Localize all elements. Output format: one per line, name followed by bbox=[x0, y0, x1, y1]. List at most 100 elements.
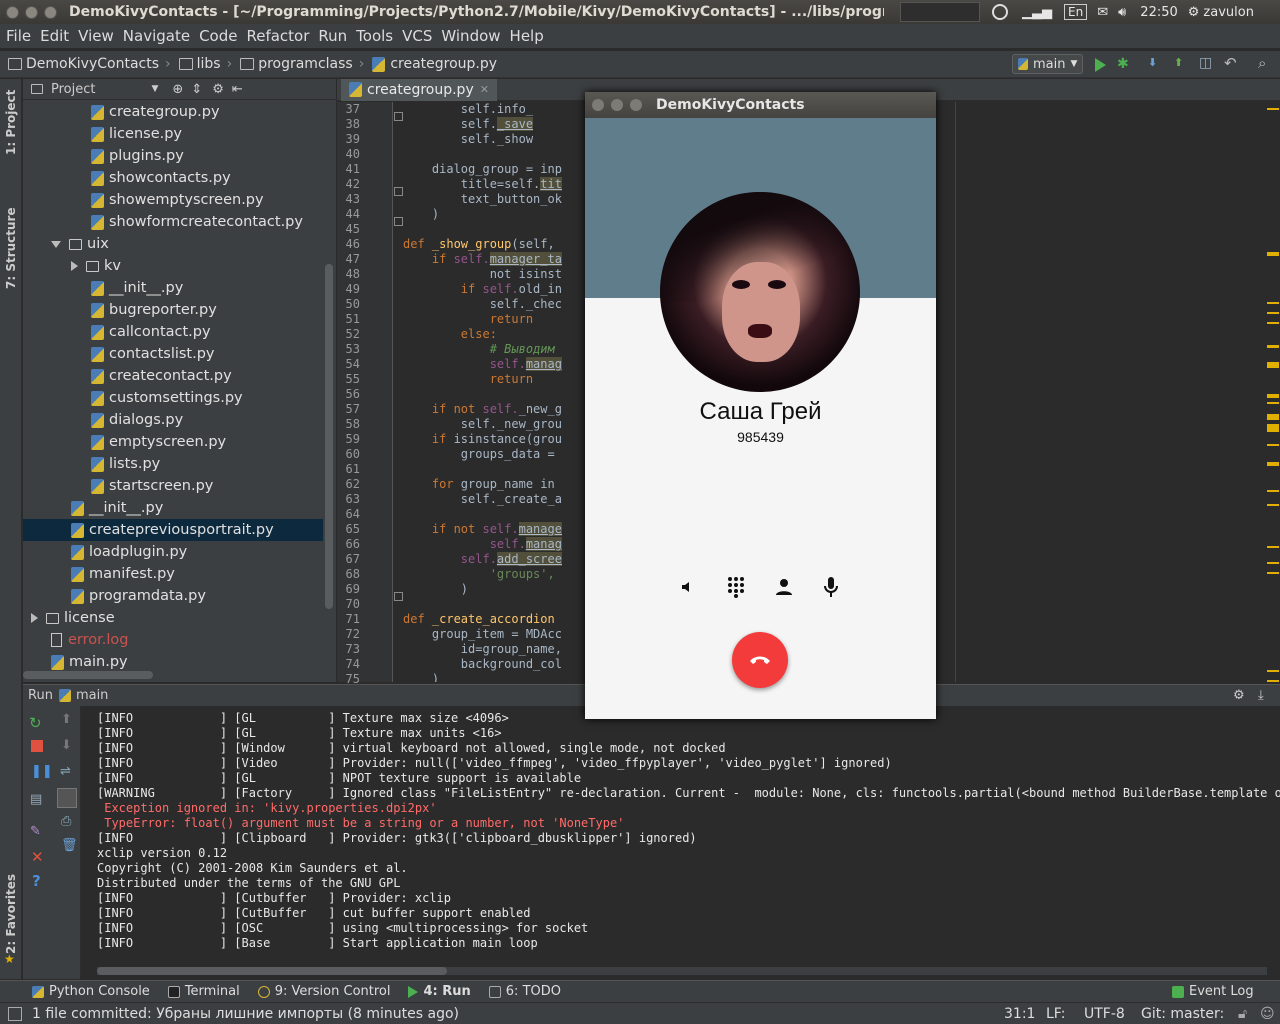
sync-icon[interactable] bbox=[992, 4, 1008, 20]
speaker-icon[interactable] bbox=[676, 576, 700, 598]
expanded-arrow-icon[interactable] bbox=[51, 240, 61, 248]
username[interactable]: zavulon bbox=[1203, 5, 1254, 20]
project-tree-item[interactable]: customsettings.py bbox=[23, 387, 323, 409]
project-tree-item[interactable]: showformcreatecontact.py bbox=[23, 211, 323, 233]
project-tree-item[interactable]: plugins.py bbox=[23, 145, 323, 167]
run-console-output[interactable]: [INFO ] [GL ] Texture max size <4096> [IN… bbox=[82, 706, 1280, 964]
code-line[interactable]: # Выводим bbox=[403, 342, 593, 357]
code-line[interactable]: id=group_name, bbox=[403, 642, 593, 657]
project-tree-item[interactable]: manifest.py bbox=[23, 563, 323, 585]
project-hscrollbar[interactable] bbox=[23, 671, 153, 679]
target-icon[interactable]: ⊕ bbox=[172, 82, 183, 97]
error-stripe-mark[interactable] bbox=[1267, 504, 1279, 506]
code-line[interactable]: return bbox=[403, 312, 593, 327]
pin-icon[interactable]: ✎ bbox=[30, 824, 41, 839]
error-stripe-mark[interactable] bbox=[1267, 444, 1279, 446]
code-line[interactable]: text_button_ok bbox=[403, 192, 593, 207]
code-line[interactable]: background_col bbox=[403, 657, 593, 672]
tool-todo[interactable]: 6: TODO bbox=[488, 984, 561, 999]
code-line[interactable]: title=self.tit bbox=[403, 177, 593, 192]
layout-icon[interactable]: ▤ bbox=[30, 792, 42, 807]
hide-panel-icon[interactable]: ⤓ bbox=[1258, 688, 1264, 703]
project-tree-item[interactable]: emptyscreen.py bbox=[23, 431, 323, 453]
code-line[interactable]: if not self.manage bbox=[403, 522, 593, 537]
inspector-icon[interactable]: ☺ bbox=[1260, 1006, 1275, 1022]
close-tab-icon[interactable]: ✕ bbox=[480, 83, 489, 96]
project-tree-item[interactable]: creategroup.py bbox=[23, 101, 323, 123]
vcs-commit-icon[interactable]: ⬆ bbox=[1174, 56, 1183, 69]
project-tree-item[interactable]: __init__.py bbox=[23, 497, 323, 519]
breadcrumb-file[interactable]: creategroup.py bbox=[372, 56, 497, 72]
code-line[interactable] bbox=[403, 507, 593, 522]
error-stripe-mark[interactable] bbox=[1267, 464, 1279, 466]
code-line[interactable]: 'groups', bbox=[403, 567, 593, 582]
vcs-update-icon[interactable]: ⬇ bbox=[1148, 56, 1157, 69]
code-line[interactable]: self.info_ bbox=[403, 102, 593, 117]
menu-view[interactable]: View bbox=[78, 27, 114, 45]
fold-marker-icon[interactable] bbox=[394, 112, 403, 121]
code-line[interactable]: self.manag bbox=[403, 537, 593, 552]
collapsed-arrow-icon[interactable] bbox=[71, 261, 78, 271]
clock[interactable]: 22:50 bbox=[1140, 5, 1177, 20]
revert-icon[interactable]: ↶ bbox=[1224, 54, 1237, 72]
project-tree-item[interactable]: kv bbox=[23, 255, 323, 277]
menu-vcs[interactable]: VCS bbox=[402, 27, 432, 45]
line-separator[interactable]: LF: bbox=[1046, 1006, 1065, 1022]
rerun-icon[interactable]: ↻ bbox=[29, 714, 42, 732]
breadcrumb-programclass[interactable]: programclass › bbox=[240, 56, 364, 72]
code-line[interactable]: if isinstance(grou bbox=[403, 432, 593, 447]
error-stripe-mark[interactable] bbox=[1267, 572, 1279, 574]
code-line[interactable]: not isinst bbox=[403, 267, 593, 282]
code-line[interactable]: self._show bbox=[403, 132, 593, 147]
project-tree-item[interactable]: startscreen.py bbox=[23, 475, 323, 497]
stop-icon[interactable] bbox=[31, 740, 43, 752]
lock-icon[interactable]: 🔓︎ bbox=[1238, 1006, 1247, 1022]
code-line[interactable]: return bbox=[403, 372, 593, 387]
run-tab-main[interactable]: main bbox=[76, 688, 108, 703]
console-hscrollbar[interactable] bbox=[97, 967, 1267, 975]
project-tree-item[interactable]: dialogs.py bbox=[23, 409, 323, 431]
code-line[interactable]: self.add_scree bbox=[403, 552, 593, 567]
dialpad-icon[interactable] bbox=[724, 576, 748, 598]
mic-icon[interactable] bbox=[819, 576, 843, 598]
code-line[interactable]: def _create_accordion bbox=[403, 612, 593, 627]
menu-navigate[interactable]: Navigate bbox=[123, 27, 190, 45]
code-line[interactable]: self._new_grou bbox=[403, 417, 593, 432]
tool-window-favorites[interactable]: 2: Favorites bbox=[4, 874, 18, 954]
hide-panel-icon[interactable]: ⇤ bbox=[232, 82, 243, 97]
close-icon[interactable]: ✕ bbox=[31, 848, 44, 866]
tool-version-control[interactable]: 9: Version Control bbox=[257, 984, 390, 999]
error-stripe-mark[interactable] bbox=[1267, 346, 1279, 348]
code-line[interactable]: self._create_a bbox=[403, 492, 593, 507]
code-line[interactable]: dialog_group = inp bbox=[403, 162, 593, 177]
code-line[interactable] bbox=[403, 222, 593, 237]
search-icon[interactable]: ⌕ bbox=[1258, 54, 1266, 72]
minimize-window-button[interactable] bbox=[25, 5, 38, 19]
run-config-select[interactable]: main ▼ bbox=[1012, 54, 1084, 74]
error-stripe-mark[interactable] bbox=[1267, 670, 1279, 672]
tool-window-project[interactable]: 1: Project bbox=[4, 90, 18, 155]
menu-tools[interactable]: Tools bbox=[356, 27, 393, 45]
project-tree-item[interactable]: loadplugin.py bbox=[23, 541, 323, 563]
menu-window[interactable]: Window bbox=[441, 27, 500, 45]
code-line[interactable]: ) bbox=[403, 582, 593, 597]
code-line[interactable]: if not self._new_g bbox=[403, 402, 593, 417]
code-line[interactable]: def _show_group(self, bbox=[403, 237, 593, 252]
menu-run[interactable]: Run bbox=[318, 27, 347, 45]
debug-icon[interactable]: ✱ bbox=[1117, 56, 1129, 72]
scroll-to-end-icon[interactable] bbox=[57, 788, 77, 808]
project-tree-item[interactable]: callcontact.py bbox=[23, 321, 323, 343]
fold-marker-icon[interactable] bbox=[394, 187, 403, 196]
volume-icon[interactable]: 🔊︎ bbox=[1118, 5, 1126, 20]
chevron-down-icon[interactable]: ▼ bbox=[151, 84, 158, 94]
code-line[interactable]: self._chec bbox=[403, 297, 593, 312]
menu-help[interactable]: Help bbox=[510, 27, 544, 45]
tool-python-console[interactable]: Python Console bbox=[32, 984, 150, 999]
code-line[interactable]: ) bbox=[403, 672, 593, 682]
project-tree-item[interactable]: main.py bbox=[23, 651, 323, 671]
collapse-icon[interactable]: ⇕ bbox=[191, 82, 202, 97]
code-line[interactable]: self.manag bbox=[403, 357, 593, 372]
tool-terminal[interactable]: Terminal bbox=[167, 984, 240, 999]
code-line[interactable]: group_item = MDAcc bbox=[403, 627, 593, 642]
menu-edit[interactable]: Edit bbox=[40, 27, 69, 45]
